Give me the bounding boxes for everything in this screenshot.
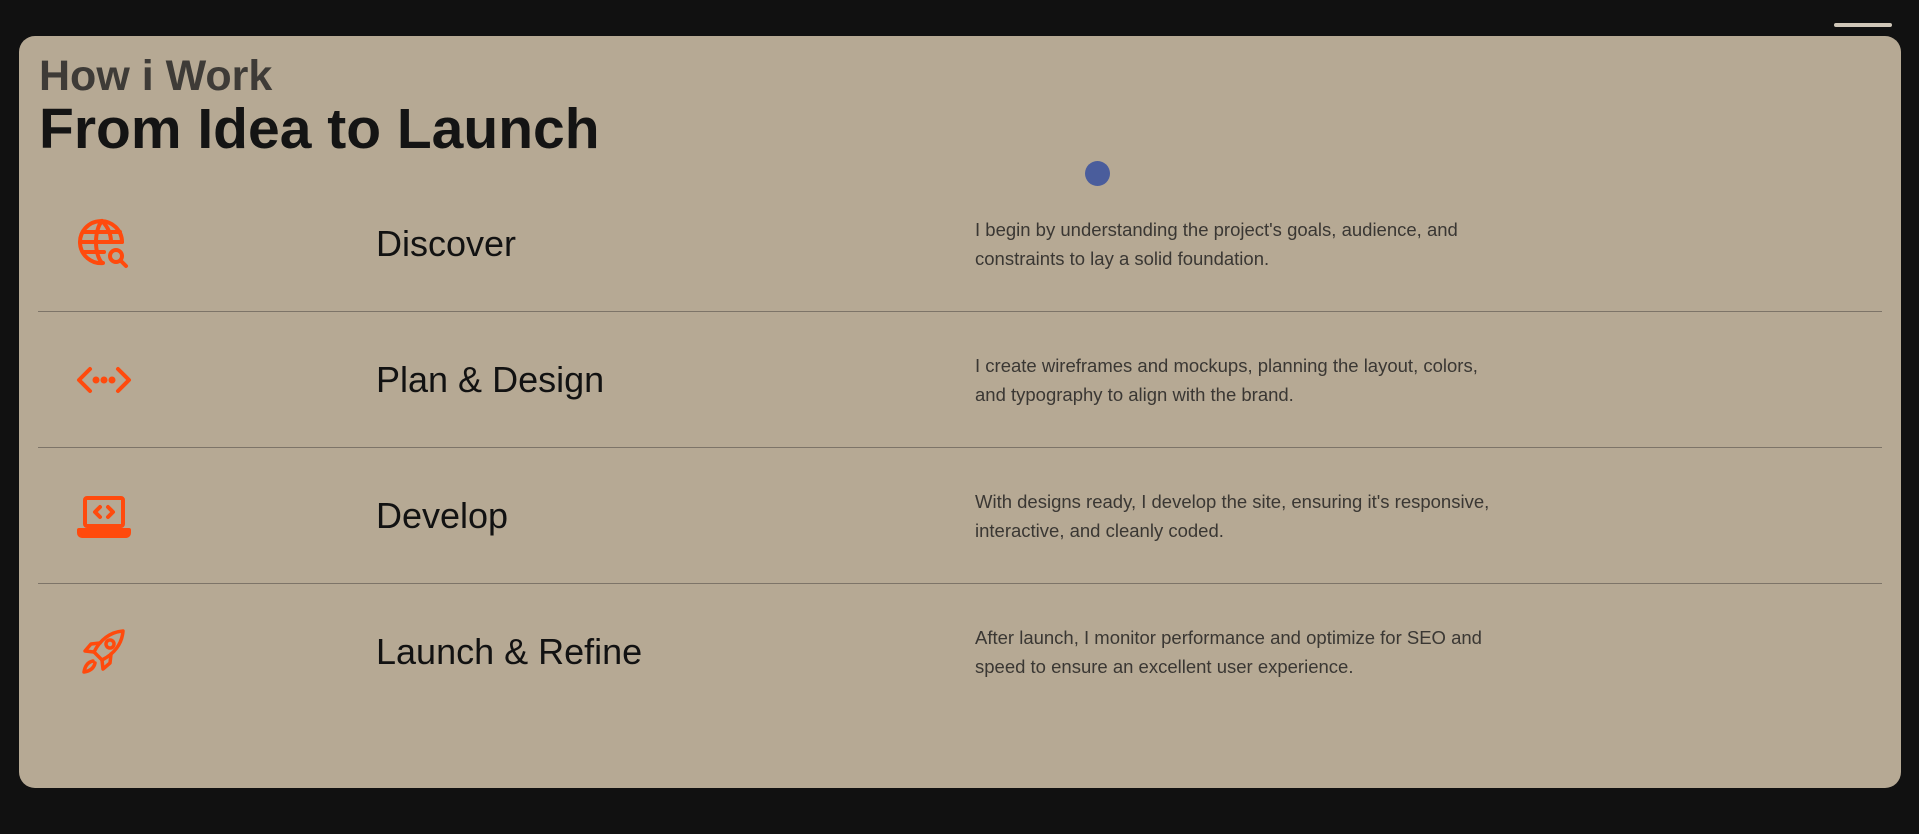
step-description: After launch, I monitor performance and … xyxy=(975,626,1482,677)
section-header: How i Work From Idea to Launch xyxy=(39,54,600,160)
step-title: Develop xyxy=(376,494,509,536)
step-discover: Discover I begin by understanding the pr… xyxy=(38,176,1882,312)
step-title: Launch & Refine xyxy=(376,630,643,672)
code-arrows-icon xyxy=(76,352,132,408)
steps-list: Discover I begin by understanding the pr… xyxy=(38,176,1882,719)
step-description: I begin by understanding the project's g… xyxy=(975,218,1458,269)
step-description: I create wireframes and mockups, plannin… xyxy=(975,354,1478,405)
step-launch-refine: Launch & Refine After launch, I monitor … xyxy=(38,584,1882,719)
rocket-icon xyxy=(76,624,132,680)
step-description: With designs ready, I develop the site, … xyxy=(975,490,1490,541)
menu-handle[interactable] xyxy=(1834,23,1892,27)
step-develop: Develop With designs ready, I develop th… xyxy=(38,448,1882,584)
laptop-code-icon xyxy=(76,488,132,544)
globe-search-icon xyxy=(76,216,132,272)
step-plan-design: Plan & Design I create wireframes and mo… xyxy=(38,312,1882,448)
step-title: Discover xyxy=(376,222,517,264)
section-subtitle: How i Work xyxy=(39,52,273,100)
how-i-work-section: How i Work From Idea to Launch Discover … xyxy=(19,36,1901,788)
section-title: From Idea to Launch xyxy=(39,97,600,161)
step-title: Plan & Design xyxy=(376,358,605,400)
